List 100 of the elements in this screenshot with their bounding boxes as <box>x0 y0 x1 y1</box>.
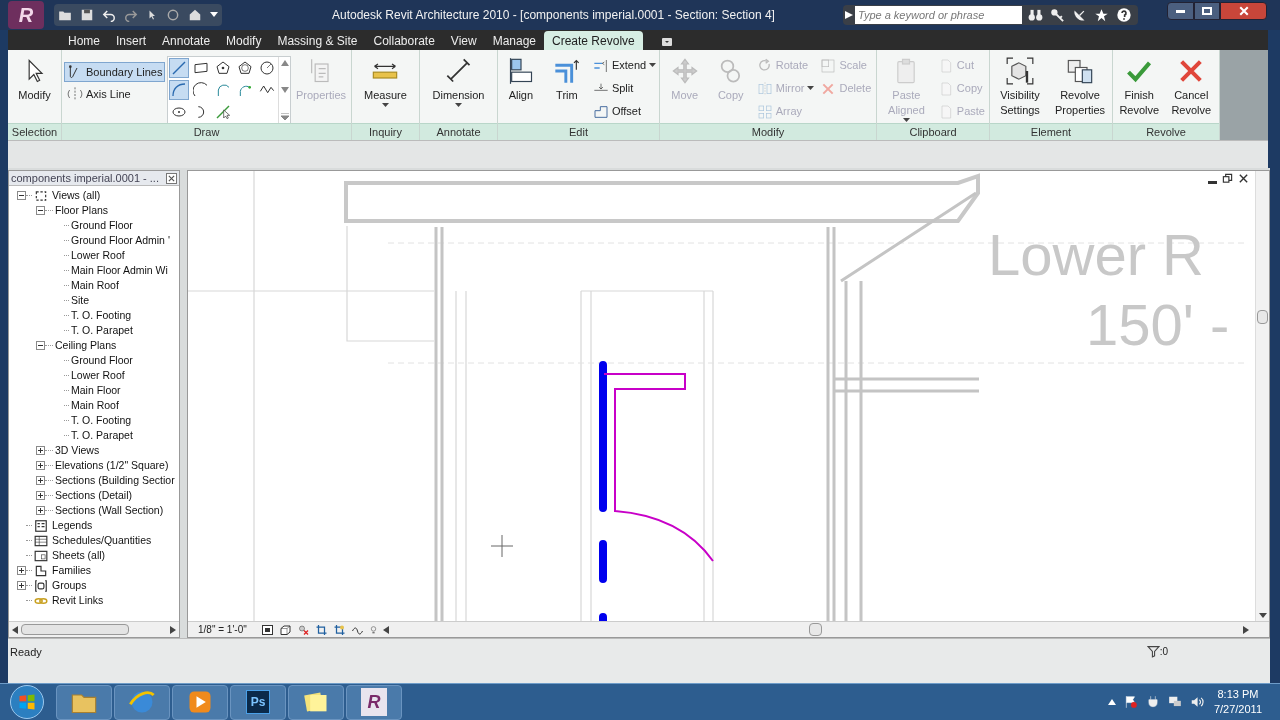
ribbon-tab[interactable]: Manage <box>484 31 544 50</box>
tree-item[interactable]: Ground Floor <box>69 352 135 369</box>
maximize-button[interactable] <box>1194 2 1220 20</box>
arc-tool-icon[interactable] <box>171 82 188 98</box>
ribbon-button[interactable]: Align <box>498 54 543 103</box>
ribbon-tab[interactable]: Annotate <box>154 31 219 50</box>
clock-time[interactable]: 8:13 PM <box>1217 687 1259 702</box>
expand-toggle-icon[interactable] <box>36 476 45 485</box>
draw-mode-button[interactable]: Boundary Lines <box>64 62 166 82</box>
tree-item[interactable]: Sections (Building Sectior <box>53 472 177 489</box>
tree-item[interactable]: Families <box>50 562 94 579</box>
ribbon-button[interactable]: Extend <box>590 55 659 76</box>
tree-item[interactable]: Sections (Wall Section) <box>53 502 166 519</box>
draw-mode-button[interactable]: Axis Line <box>64 84 166 104</box>
scrollbar-thumb[interactable] <box>1257 309 1268 324</box>
ribbon-tab[interactable]: Collaborate <box>365 31 443 50</box>
filter-icon <box>1146 645 1160 658</box>
arc-tool-icon[interactable] <box>193 82 210 98</box>
tree-item[interactable]: Revit Links <box>50 592 106 609</box>
scroll-left-icon <box>382 625 389 634</box>
star-icon <box>1094 7 1109 23</box>
tree-item[interactable]: Floor Plans <box>53 202 111 219</box>
tree-item[interactable]: Schedules/Quantities <box>50 532 154 549</box>
scrollbar-thumb[interactable] <box>21 624 129 635</box>
tree-item[interactable]: Ground Floor <box>69 217 135 234</box>
scrollbar-thumb[interactable] <box>809 623 823 636</box>
line-tool-icon[interactable] <box>171 60 188 76</box>
tree-item[interactable]: Groups <box>50 577 89 594</box>
expand-toggle-icon[interactable] <box>36 461 45 470</box>
minimize-button[interactable] <box>1167 2 1194 20</box>
tree-item[interactable]: T. O. Parapet <box>69 322 135 339</box>
expand-toggle-icon[interactable] <box>36 491 45 500</box>
taskbar-button[interactable] <box>56 684 112 720</box>
tree-item[interactable]: Lower Roof <box>69 367 127 384</box>
ribbon-button[interactable]: Visibility Settings <box>992 54 1048 118</box>
taskbar-button[interactable]: R <box>346 684 402 720</box>
ribbon-button[interactable]: Modify <box>12 54 57 103</box>
tree-item[interactable]: T. O. Footing <box>69 307 134 324</box>
ribbon-button[interactable]: Revolve Properties <box>1050 54 1110 118</box>
ribbon-button[interactable]: Trim <box>544 54 589 103</box>
expand-arrow-icon <box>845 11 853 19</box>
tree-item[interactable]: T. O. Parapet <box>69 427 135 444</box>
ribbon-tab[interactable]: Create Revolve <box>544 31 643 50</box>
expand-toggle-icon[interactable] <box>36 506 45 515</box>
ribbon-button[interactable]: Cancel Revolve <box>1165 54 1217 118</box>
selection-count[interactable]: :0 <box>1159 644 1168 659</box>
collapse-toggle-icon[interactable] <box>17 191 26 200</box>
pick-lines-tool-icon[interactable] <box>215 104 232 120</box>
pentagon-tool-icon[interactable] <box>215 60 232 76</box>
taskbar-button[interactable] <box>288 684 344 720</box>
tree-item[interactable]: Lower Roof <box>69 247 127 264</box>
start-button[interactable] <box>10 685 44 719</box>
ellipse-tool-icon[interactable] <box>171 104 188 120</box>
rectangle-tool-icon[interactable] <box>193 60 210 76</box>
expand-toggle-icon[interactable] <box>36 446 45 455</box>
close-button[interactable] <box>1220 2 1267 20</box>
tree-item[interactable]: Main Roof <box>69 397 121 414</box>
ribbon-tab[interactable]: Home <box>60 31 108 50</box>
expand-toggle-icon[interactable] <box>17 581 26 590</box>
rotate-icon <box>756 57 773 74</box>
scroll-down-icon <box>280 86 289 93</box>
tree-item[interactable]: Site <box>69 292 92 309</box>
close-button[interactable] <box>166 172 177 184</box>
ribbon-tab[interactable]: Insert <box>108 31 155 50</box>
collapse-toggle-icon[interactable] <box>36 206 45 215</box>
arc-tool-icon[interactable] <box>215 82 232 98</box>
scale-icon <box>820 57 837 74</box>
ribbon-tab[interactable]: Modify <box>218 31 270 50</box>
application-menu-button[interactable]: R <box>8 1 44 29</box>
ribbon-tab[interactable]: Massing & Site <box>269 31 366 50</box>
ribbon-button[interactable]: Dimension <box>429 54 488 108</box>
tree-item[interactable]: Views (all) <box>50 187 103 204</box>
pentagon-tool-icon[interactable] <box>237 60 254 76</box>
ribbon-button[interactable]: Finish Revolve <box>1115 54 1164 118</box>
circle-tool-icon[interactable] <box>259 60 276 76</box>
ribbon-button[interactable]: Offset <box>590 101 659 122</box>
taskbar-button[interactable] <box>172 684 228 720</box>
ribbon-button[interactable]: Split <box>590 78 659 99</box>
view-scale[interactable]: 1/8" = 1'-0" <box>198 622 247 637</box>
tree-item[interactable]: T. O. Footing <box>69 412 134 429</box>
taskbar-button[interactable] <box>114 684 170 720</box>
tree-item[interactable]: Sections (Detail) <box>53 487 135 504</box>
tree-item[interactable]: Ground Floor Admin ' <box>69 232 172 249</box>
collapse-toggle-icon[interactable] <box>36 341 45 350</box>
tree-item[interactable]: Ceiling Plans <box>53 337 119 354</box>
tree-item[interactable]: Elevations (1/2" Square) <box>53 457 171 474</box>
ribbon-tab[interactable]: View <box>442 31 485 50</box>
tree-item[interactable]: 3D Views <box>53 442 102 459</box>
taskbar-button[interactable]: Ps <box>230 684 286 720</box>
tree-item[interactable]: Legends <box>50 517 95 534</box>
tree-item[interactable]: Sheets (all) <box>50 547 108 564</box>
expand-toggle-icon[interactable] <box>17 566 26 575</box>
ribbon-button[interactable]: Measure <box>361 54 410 108</box>
tree-item[interactable]: Main Floor <box>69 382 123 399</box>
tree-item[interactable]: Main Roof <box>69 277 121 294</box>
table-icon <box>34 533 48 548</box>
search-field[interactable]: Type a keyword or phrase <box>855 6 1022 24</box>
clock-date[interactable]: 7/27/2011 <box>1213 702 1262 717</box>
scroll-right-icon <box>170 625 176 634</box>
tree-item[interactable]: Main Floor Admin Wi <box>69 262 170 279</box>
